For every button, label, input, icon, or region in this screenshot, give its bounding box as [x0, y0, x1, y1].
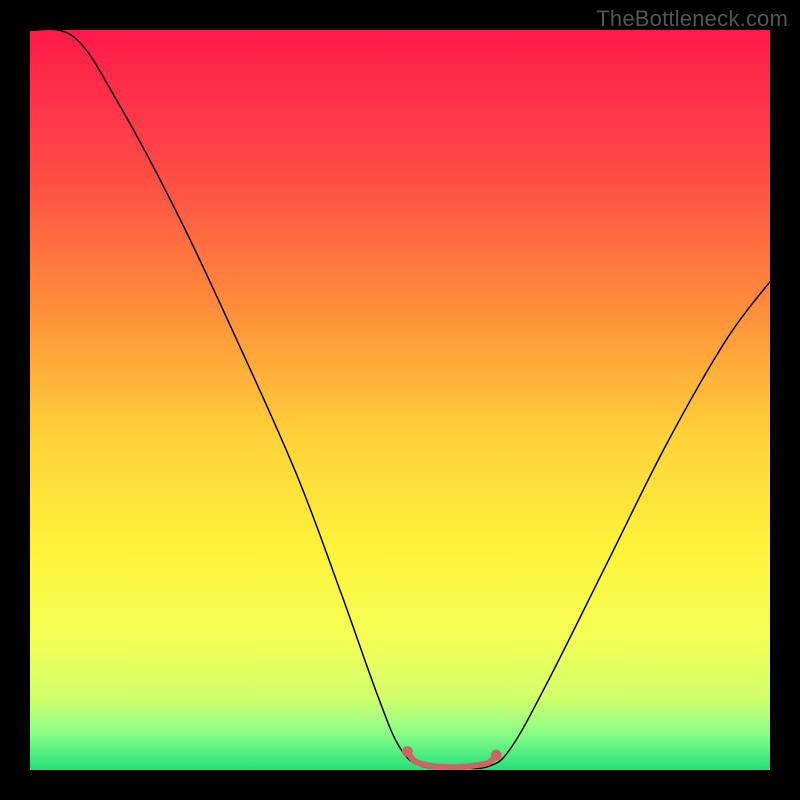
optimal-marker-endpoint	[402, 746, 413, 757]
chart-frame: TheBottleneck.com	[0, 0, 800, 800]
plot-area	[30, 30, 770, 770]
watermark-label: TheBottleneck.com	[596, 6, 788, 32]
bottleneck-chart	[30, 30, 770, 770]
gradient-background	[30, 30, 770, 770]
optimal-marker-endpoint	[491, 750, 502, 761]
